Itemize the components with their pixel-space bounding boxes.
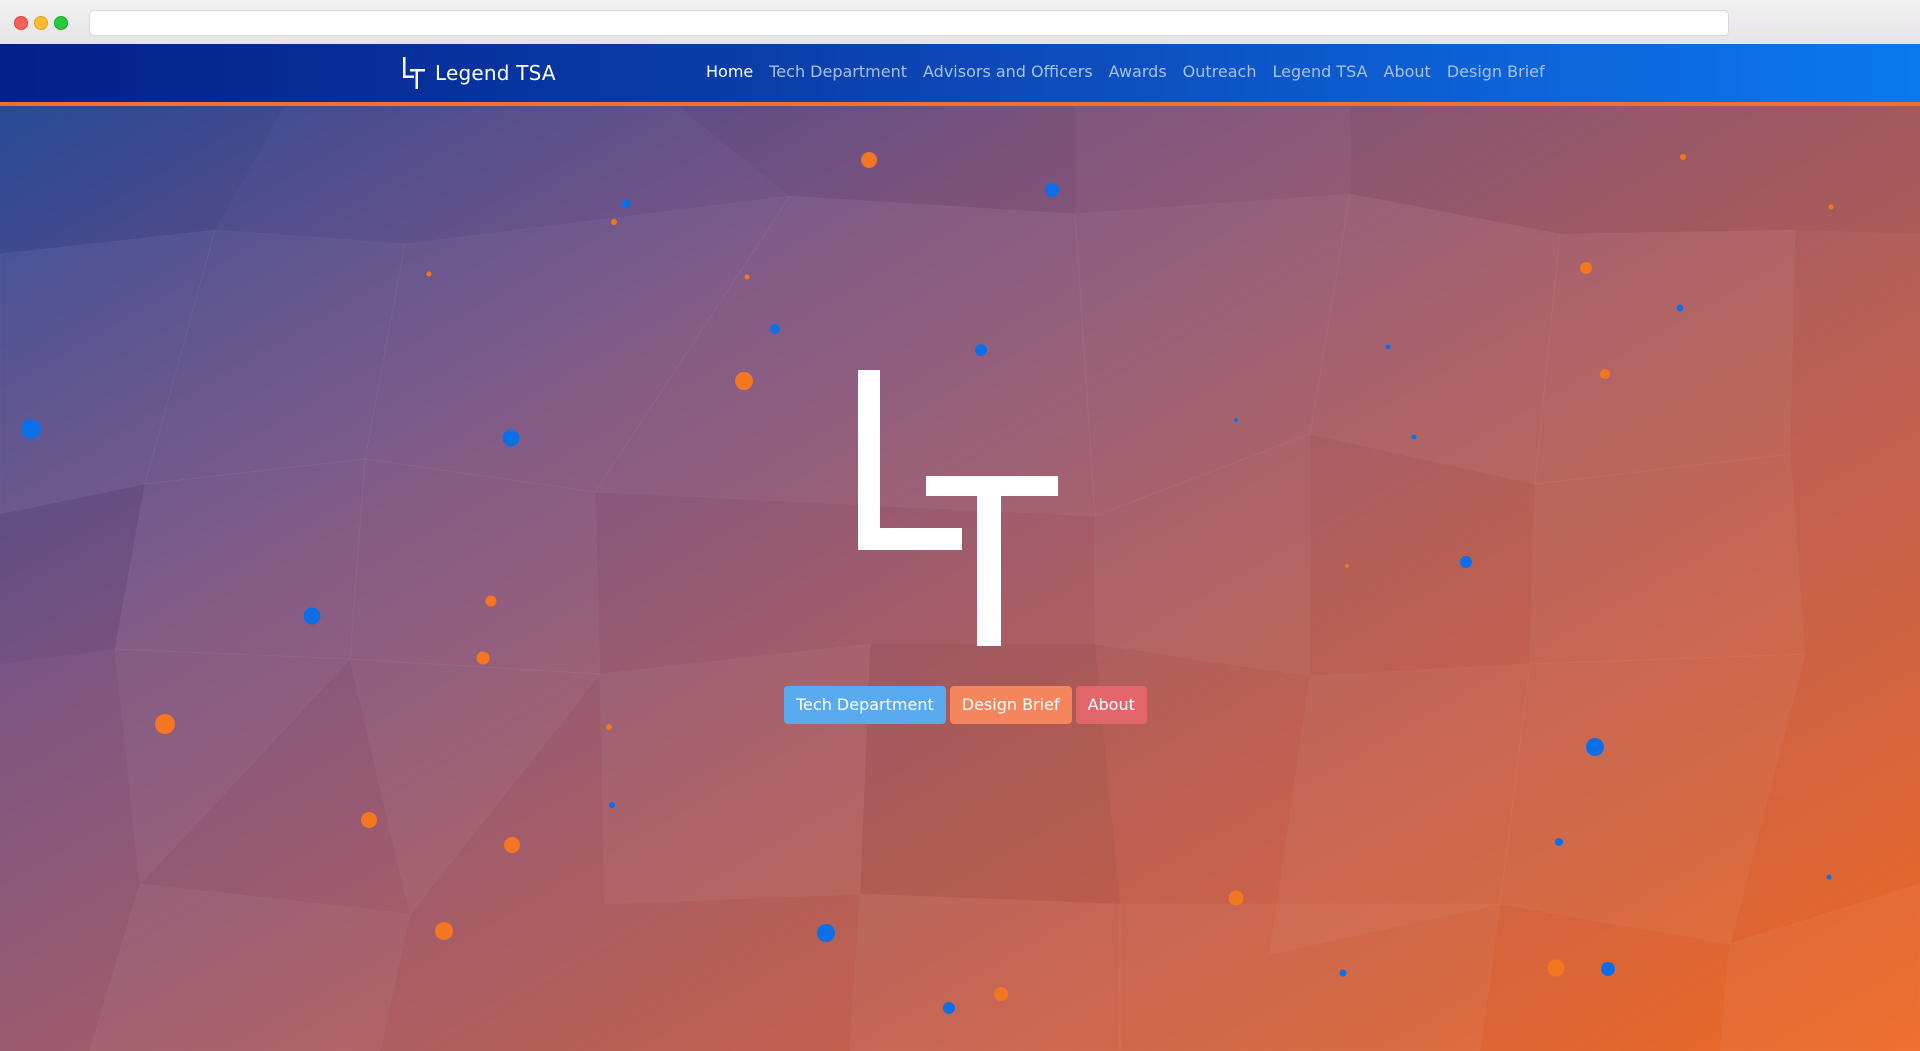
design-brief-button[interactable]: Design Brief <box>949 686 1072 724</box>
nav-link-legend-tsa[interactable]: Legend TSA <box>1272 62 1367 81</box>
particle-dot <box>1828 204 1834 210</box>
particle-dot <box>1345 564 1349 568</box>
particle-dot <box>861 152 877 168</box>
nav-link-home[interactable]: Home <box>706 62 753 81</box>
nav-link-advisors-and-officers[interactable]: Advisors and Officers <box>923 62 1093 81</box>
particle-dot <box>485 595 497 607</box>
hero-button-group: Tech Department Design Brief About <box>784 686 1147 724</box>
close-window-button[interactable] <box>14 16 28 30</box>
hero-section: Tech Department Design Brief About <box>0 44 1920 1051</box>
address-bar[interactable] <box>89 10 1729 36</box>
particle-dot <box>817 924 835 942</box>
particle-dot <box>1547 959 1565 977</box>
LT-logo-icon <box>403 57 425 89</box>
particle-dot <box>1600 369 1610 379</box>
nav-link-about[interactable]: About <box>1384 62 1431 81</box>
nav-link-outreach[interactable]: Outreach <box>1183 62 1257 81</box>
particle-dot <box>735 372 753 390</box>
nav-link-tech-department[interactable]: Tech Department <box>769 62 907 81</box>
particle-dot <box>1385 344 1391 350</box>
particle-dot <box>21 419 41 439</box>
particle-dot <box>609 802 615 808</box>
particle-dot <box>744 274 750 280</box>
particle-dot <box>1460 556 1472 568</box>
maximize-window-button[interactable] <box>54 16 68 30</box>
particle-dot <box>770 324 780 334</box>
particle-dot <box>426 271 432 277</box>
particle-dot <box>361 812 377 828</box>
particle-dot <box>1045 183 1059 197</box>
particle-dot <box>975 344 987 356</box>
particle-dot <box>994 987 1008 1001</box>
particle-dot <box>621 199 631 209</box>
particle-dot <box>155 714 175 734</box>
particle-dot <box>502 429 520 447</box>
particle-dot <box>1228 890 1244 906</box>
particle-dot <box>1555 838 1563 846</box>
nav-link-awards[interactable]: Awards <box>1109 62 1167 81</box>
particle-dot <box>606 724 612 730</box>
brand-name: Legend TSA <box>435 61 556 85</box>
about-button[interactable]: About <box>1075 686 1147 724</box>
particle-dot <box>1580 262 1592 274</box>
top-navbar: Legend TSA Home Tech Department Advisors… <box>0 44 1920 106</box>
particle-dot <box>611 219 617 225</box>
particle-dot <box>1411 434 1417 440</box>
particle-dot <box>435 922 453 940</box>
nav-menu: Home Tech Department Advisors and Office… <box>706 62 1561 82</box>
particle-dot <box>1826 874 1832 880</box>
particle-dot <box>504 837 520 853</box>
browser-window: Tech Department Design Brief About Legen… <box>0 0 1920 1051</box>
particle-dot <box>303 607 321 625</box>
nav-link-design-brief[interactable]: Design Brief <box>1447 62 1545 81</box>
LT-logo-icon <box>858 370 1058 646</box>
particle-dot <box>1676 304 1684 312</box>
page-viewport: Tech Department Design Brief About Legen… <box>0 44 1920 1051</box>
particle-dot <box>1586 738 1604 756</box>
tech-department-button[interactable]: Tech Department <box>784 686 946 724</box>
particle-dot <box>476 651 490 665</box>
minimize-window-button[interactable] <box>34 16 48 30</box>
particle-dot <box>943 1002 955 1014</box>
browser-chrome <box>0 0 1920 45</box>
particle-dot <box>1601 962 1615 976</box>
particle-dot <box>1339 969 1347 977</box>
particle-dot <box>1680 154 1686 160</box>
particle-dot <box>1234 418 1238 422</box>
brand-link[interactable]: Legend TSA <box>403 57 556 89</box>
